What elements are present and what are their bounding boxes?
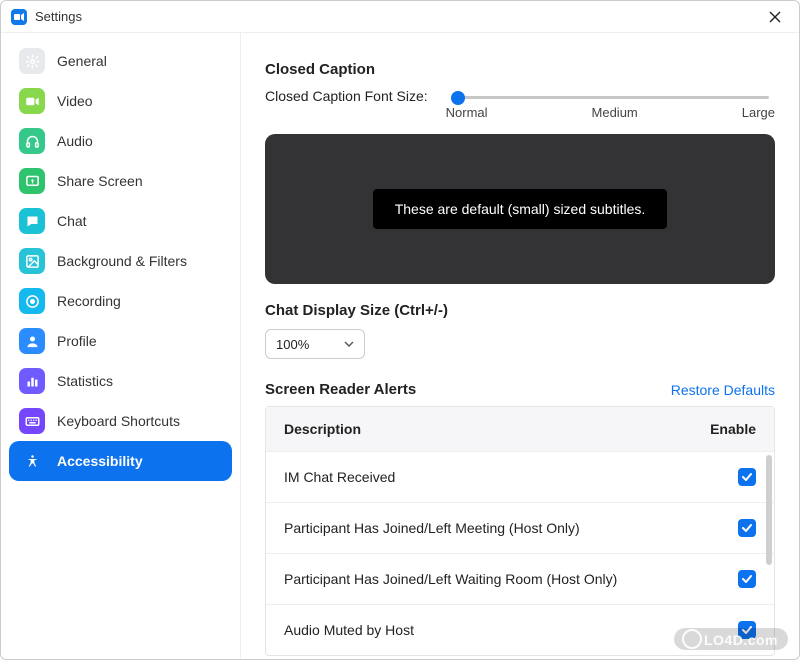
sidebar-item-label: Video — [57, 93, 93, 109]
sidebar-item-label: Share Screen — [57, 173, 143, 189]
statistics-icon — [19, 368, 45, 394]
chat-display-size-select[interactable]: 100% — [265, 329, 365, 359]
close-button[interactable] — [761, 3, 789, 31]
close-icon — [769, 11, 781, 23]
table-scrollbar[interactable] — [766, 455, 772, 565]
alert-description: Participant Has Joined/Left Meeting (Hos… — [284, 520, 738, 536]
sidebar: General Video Audio Share Screen Chat Backgro… — [1, 33, 241, 659]
sidebar-item-label: Audio — [57, 133, 93, 149]
enable-checkbox[interactable] — [738, 570, 756, 588]
window-title: Settings — [35, 9, 82, 24]
sidebar-item-keyboard-shortcuts[interactable]: Keyboard Shortcuts — [9, 401, 232, 441]
check-icon — [741, 471, 753, 483]
cc-subtitle-sample: These are default (small) sized subtitle… — [373, 189, 668, 229]
chevron-down-icon — [344, 339, 354, 349]
sidebar-item-video[interactable]: Video — [9, 81, 232, 121]
col-description: Description — [284, 421, 361, 437]
alert-description: IM Chat Received — [284, 469, 738, 485]
enable-checkbox[interactable] — [738, 519, 756, 537]
watermark: LO4D.com — [674, 628, 788, 650]
restore-defaults-link[interactable]: Restore Defaults — [671, 382, 775, 398]
titlebar: Settings — [1, 1, 799, 33]
sidebar-item-label: Chat — [57, 213, 87, 229]
content-pane: Closed Caption Closed Caption Font Size:… — [241, 33, 799, 659]
settings-window: Settings General Video Audio Share Screen Ch… — [0, 0, 800, 660]
sidebar-item-label: Accessibility — [57, 453, 143, 469]
sidebar-item-label: General — [57, 53, 107, 69]
cc-font-size-slider[interactable] — [452, 96, 769, 99]
sidebar-item-label: Keyboard Shortcuts — [57, 413, 180, 429]
check-icon — [741, 522, 753, 534]
headphones-icon — [19, 128, 45, 154]
accessibility-icon — [19, 448, 45, 474]
app-icon — [11, 9, 27, 25]
alert-description: Audio Muted by Host — [284, 622, 738, 638]
col-enable: Enable — [710, 421, 756, 437]
alert-row: Participant Has Joined/Left Waiting Room… — [266, 553, 774, 604]
alert-description: Participant Has Joined/Left Waiting Room… — [284, 571, 738, 587]
slider-tick-large: Large — [742, 105, 775, 120]
chat-display-size-value: 100% — [276, 337, 309, 352]
sidebar-item-label: Statistics — [57, 373, 113, 389]
cc-font-size-label: Closed Caption Font Size: — [265, 88, 428, 104]
screen-reader-alerts-heading: Screen Reader Alerts — [265, 381, 416, 398]
sidebar-item-label: Recording — [57, 293, 121, 309]
profile-icon — [19, 328, 45, 354]
sidebar-item-share-screen[interactable]: Share Screen — [9, 161, 232, 201]
video-icon — [19, 88, 45, 114]
sidebar-item-background-filters[interactable]: Background & Filters — [9, 241, 232, 281]
share-screen-icon — [19, 168, 45, 194]
slider-tick-medium: Medium — [592, 105, 638, 120]
closed-caption-heading: Closed Caption — [265, 61, 775, 78]
sidebar-item-recording[interactable]: Recording — [9, 281, 232, 321]
sidebar-item-general[interactable]: General — [9, 41, 232, 81]
record-icon — [19, 288, 45, 314]
slider-tick-normal: Normal — [446, 105, 488, 120]
alert-row: IM Chat Received — [266, 451, 774, 502]
enable-checkbox[interactable] — [738, 468, 756, 486]
alerts-header: Description Enable — [266, 407, 774, 451]
sidebar-item-accessibility[interactable]: Accessibility — [9, 441, 232, 481]
gear-icon — [19, 48, 45, 74]
check-icon — [741, 573, 753, 585]
alerts-table: Description Enable IM Chat Received Parti… — [265, 406, 775, 656]
background-icon — [19, 248, 45, 274]
sidebar-item-audio[interactable]: Audio — [9, 121, 232, 161]
sidebar-item-statistics[interactable]: Statistics — [9, 361, 232, 401]
cc-preview: These are default (small) sized subtitle… — [265, 134, 775, 284]
chat-display-size-heading: Chat Display Size (Ctrl+/-) — [265, 302, 775, 319]
sidebar-item-chat[interactable]: Chat — [9, 201, 232, 241]
chat-icon — [19, 208, 45, 234]
sidebar-item-label: Profile — [57, 333, 97, 349]
slider-knob[interactable] — [451, 91, 465, 105]
alert-row: Participant Has Joined/Left Meeting (Hos… — [266, 502, 774, 553]
sidebar-item-profile[interactable]: Profile — [9, 321, 232, 361]
sidebar-item-label: Background & Filters — [57, 253, 187, 269]
keyboard-icon — [19, 408, 45, 434]
